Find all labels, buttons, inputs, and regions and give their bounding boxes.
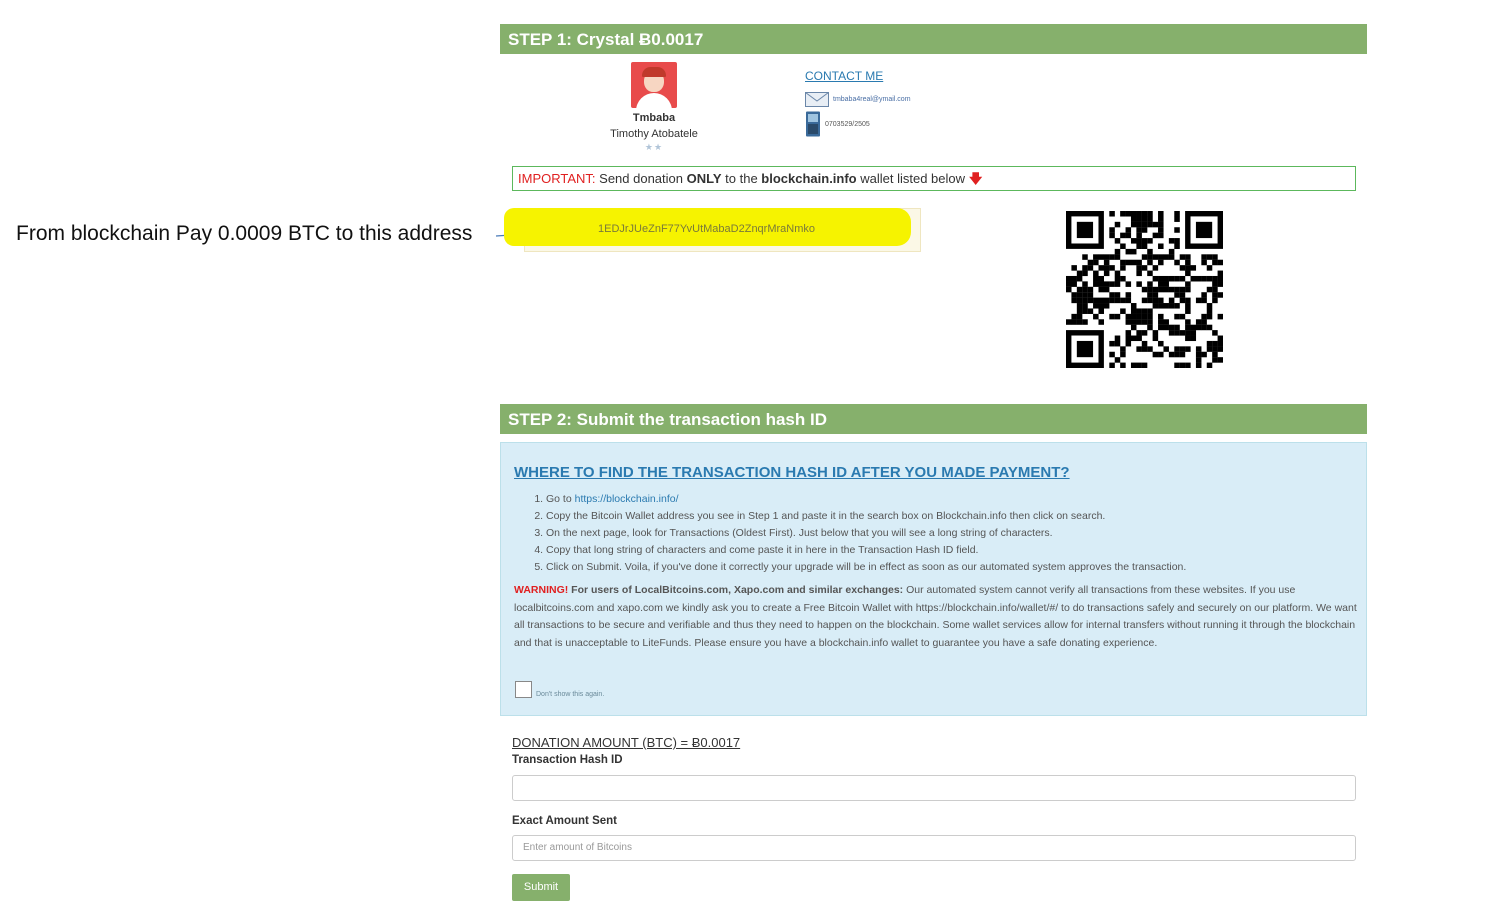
instructions-list: Go to https://blockchain.info/ Copy the … [530, 491, 1186, 576]
warning-text: WARNING! For users of LocalBitcoins.com,… [514, 584, 1357, 649]
qr-code-icon [1066, 211, 1223, 368]
contact-me-link[interactable]: CONTACT ME [805, 69, 911, 83]
donation-amount: DONATION AMOUNT (BTC) = Ƀ0.0017 [512, 735, 741, 750]
blockchain-link[interactable]: https://blockchain.info/ [575, 493, 679, 505]
contact-section: CONTACT ME tmbaba4real@ymail.com 0703529… [805, 69, 911, 137]
phone-icon [806, 111, 820, 137]
profile-card: Tmbaba Timothy Atobatele ★★ [595, 62, 713, 153]
contact-email[interactable]: tmbaba4real@ymail.com [833, 96, 911, 103]
profile-username: Tmbaba [632, 112, 676, 124]
list-item: Copy that long string of characters and … [546, 542, 1186, 559]
list-item: Go to https://blockchain.info/ [546, 491, 1186, 508]
info-title-link[interactable]: WHERE TO FIND THE TRANSACTION HASH ID AF… [514, 464, 1070, 481]
submit-button[interactable]: Submit [512, 874, 570, 901]
dont-show-label: Don't show this again. [536, 691, 605, 698]
important-notice: IMPORTANT: Send donation ONLY to the blo… [512, 166, 1356, 191]
contact-phone: 0703529/2505 [825, 120, 870, 128]
list-item: On the next page, look for Transactions … [546, 525, 1186, 542]
amount-label: Exact Amount Sent [512, 815, 618, 827]
step1-header: STEP 1: Crystal Ƀ0.0017 [500, 24, 1367, 54]
info-panel: WHERE TO FIND THE TRANSACTION HASH ID AF… [500, 442, 1367, 716]
list-item: Click on Submit. Voila, if you've done i… [546, 559, 1186, 576]
wallet-address[interactable]: 1EDJrJUeZnF77YvUtMabaD2ZnqrMraNmko [598, 223, 815, 235]
dont-show-checkbox[interactable] [515, 681, 532, 698]
annotation-text: From blockchain Pay 0.0009 BTC to this a… [16, 222, 473, 245]
hash-label: Transaction Hash ID [512, 754, 623, 766]
dont-show-row: Don't show this again. [515, 681, 604, 698]
amount-input[interactable]: Enter amount of Bitcoins [512, 835, 1356, 861]
profile-fullname: Timothy Atobatele [610, 128, 698, 140]
list-item: Copy the Bitcoin Wallet address you see … [546, 508, 1186, 525]
step2-header: STEP 2: Submit the transaction hash ID [500, 404, 1367, 434]
envelope-icon [805, 92, 829, 107]
arrow-down-icon: 🡇 [969, 171, 983, 186]
rating-stars-icon: ★★ [644, 142, 664, 152]
hash-input[interactable] [512, 775, 1356, 801]
avatar[interactable] [631, 62, 677, 108]
